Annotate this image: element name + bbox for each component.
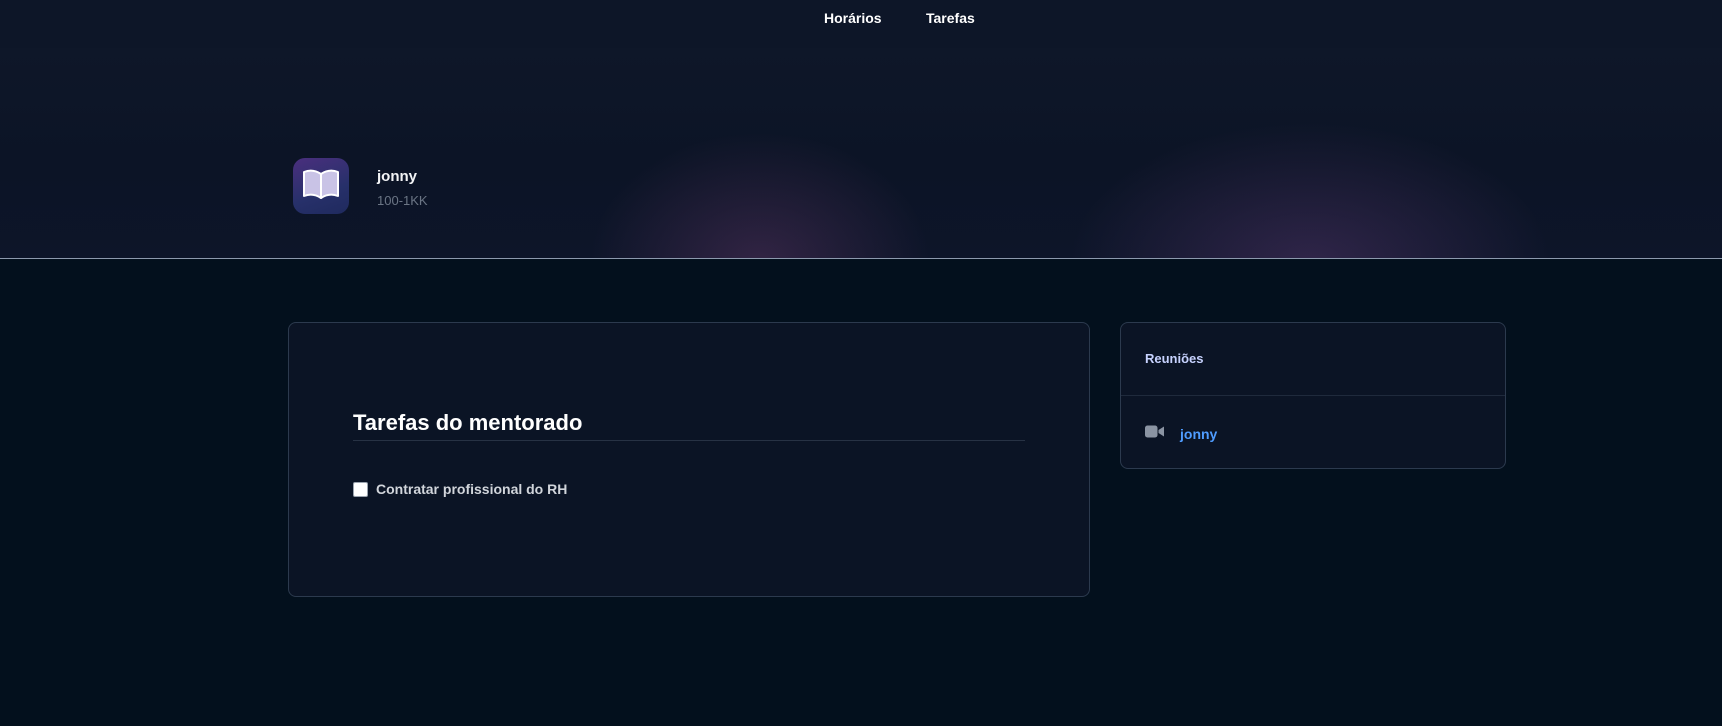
meeting-link[interactable]: jonny xyxy=(1180,426,1217,442)
tasks-title: Tarefas do mentorado xyxy=(353,410,1025,441)
profile-name: jonny xyxy=(377,168,417,185)
meetings-header: Reuniões xyxy=(1121,323,1505,396)
nav-link-tarefas[interactable]: Tarefas xyxy=(926,10,975,26)
meeting-item[interactable]: jonny xyxy=(1145,425,1217,443)
video-camera-icon xyxy=(1145,425,1164,443)
task-checkbox[interactable] xyxy=(353,481,368,497)
profile-header xyxy=(0,48,1722,259)
meetings-title: Reuniões xyxy=(1145,351,1204,366)
task-item[interactable]: Contratar profissional do RH xyxy=(353,481,567,497)
avatar xyxy=(293,158,349,214)
profile-subtitle: 100-1KK xyxy=(377,193,428,208)
open-book-icon xyxy=(301,166,341,207)
top-navigation: Horários Tarefas xyxy=(0,0,1722,48)
meetings-card: Reuniões jonny xyxy=(1120,322,1506,469)
tasks-card: Tarefas do mentorado Contratar profissio… xyxy=(288,322,1090,597)
task-label: Contratar profissional do RH xyxy=(376,481,568,497)
nav-link-horarios[interactable]: Horários xyxy=(824,10,882,26)
